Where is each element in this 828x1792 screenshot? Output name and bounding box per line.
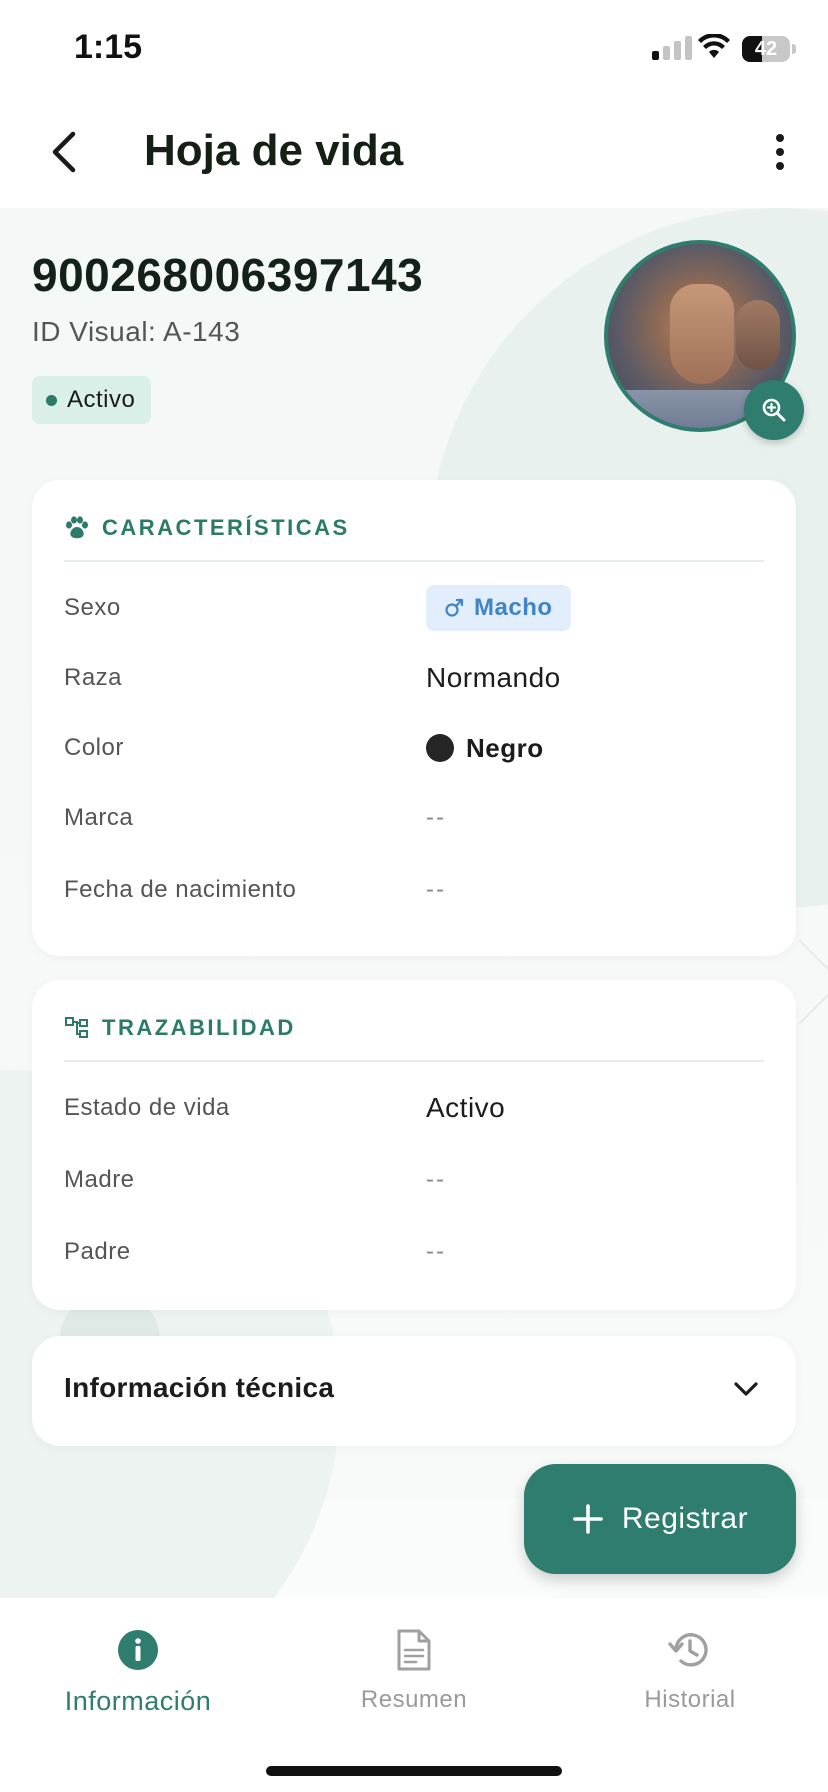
nav-informacion[interactable]: Información [38, 1628, 238, 1717]
history-icon [668, 1633, 708, 1667]
estado-label: Estado de vida [64, 1094, 230, 1121]
sex-chip: Macho [426, 585, 571, 631]
zoom-photo-button[interactable] [744, 380, 804, 440]
battery-icon: 42 [742, 36, 790, 62]
nav-historial-label: Historial [644, 1686, 736, 1713]
cellular-signal-icon [652, 36, 692, 60]
padre-value: -- [426, 1238, 446, 1265]
raza-value: Normando [426, 662, 561, 693]
marca-value: -- [426, 804, 446, 831]
registrar-button[interactable]: Registrar [524, 1464, 796, 1574]
paw-icon [66, 516, 88, 539]
nacimiento-value: -- [426, 876, 446, 903]
visual-id: ID Visual: A-143 [32, 316, 241, 347]
status-time: 1:15 [74, 28, 143, 66]
battery-level: 42 [754, 38, 778, 60]
color-value-wrap: Negro [426, 733, 544, 764]
home-indicator[interactable] [266, 1766, 562, 1776]
plus-icon [573, 1504, 603, 1534]
row-nacimiento: Fecha de nacimiento -- [64, 860, 764, 920]
more-options-button[interactable] [758, 122, 802, 182]
caracteristicas-title: CARACTERÍSTICAS [102, 515, 350, 540]
chevron-left-icon [52, 131, 76, 173]
animal-id: 900268006397143 [32, 249, 424, 301]
nav-informacion-label: Información [64, 1686, 212, 1716]
trazabilidad-card: TRAZABILIDAD Estado de vida Activo Madre… [32, 980, 796, 1310]
row-padre: Padre -- [64, 1222, 764, 1282]
sexo-label: Sexo [64, 594, 121, 621]
divider [64, 560, 764, 562]
divider [64, 1060, 764, 1062]
nav-resumen-label: Resumen [360, 1686, 468, 1713]
sexo-value: Macho [474, 594, 553, 621]
row-sexo: Sexo Macho [64, 578, 764, 638]
trazabilidad-title: TRAZABILIDAD [102, 1015, 296, 1040]
back-button[interactable] [34, 122, 94, 182]
padre-label: Padre [64, 1238, 131, 1265]
marca-label: Marca [64, 804, 134, 831]
status-dot [46, 394, 57, 406]
status-badge-label: Activo [67, 386, 136, 413]
status-badge: Activo [32, 376, 152, 424]
page-title: Hoja de vida [144, 126, 404, 175]
madre-label: Madre [64, 1166, 135, 1193]
color-label: Color [64, 734, 124, 761]
document-icon [397, 1629, 431, 1671]
hierarchy-icon [65, 1017, 88, 1038]
row-madre: Madre -- [64, 1150, 764, 1210]
row-raza: Raza Normando [64, 648, 764, 708]
status-bar: 1:15 42 [0, 0, 828, 96]
bottom-navigation: Información Resumen Historial [0, 1598, 828, 1792]
zoom-in-icon [762, 398, 786, 422]
more-vertical-icon [776, 134, 784, 142]
informacion-tecnica-title: Información técnica [64, 1372, 335, 1403]
nav-resumen[interactable]: Resumen [314, 1628, 514, 1714]
chevron-down-icon [734, 1382, 758, 1396]
info-icon [118, 1630, 158, 1670]
registrar-label: Registrar [621, 1502, 749, 1535]
caracteristicas-card: CARACTERÍSTICAS Sexo Macho Raza Normando… [32, 480, 796, 956]
wifi-icon [698, 34, 730, 58]
male-icon [445, 598, 464, 617]
raza-label: Raza [64, 664, 123, 691]
caracteristicas-header: CARACTERÍSTICAS [64, 510, 764, 546]
row-estado: Estado de vida Activo [64, 1078, 764, 1138]
row-marca: Marca -- [64, 788, 764, 848]
nav-historial[interactable]: Historial [590, 1628, 790, 1714]
row-color: Color Negro [64, 718, 764, 778]
color-value: Negro [466, 732, 544, 763]
informacion-tecnica-accordion[interactable]: Información técnica [32, 1336, 796, 1446]
madre-value: -- [426, 1166, 446, 1193]
estado-value: Activo [426, 1092, 506, 1123]
app-header: Hoja de vida [0, 96, 828, 208]
color-swatch [426, 734, 454, 762]
trazabilidad-header: TRAZABILIDAD [64, 1010, 764, 1046]
nacimiento-label: Fecha de nacimiento [64, 876, 297, 903]
